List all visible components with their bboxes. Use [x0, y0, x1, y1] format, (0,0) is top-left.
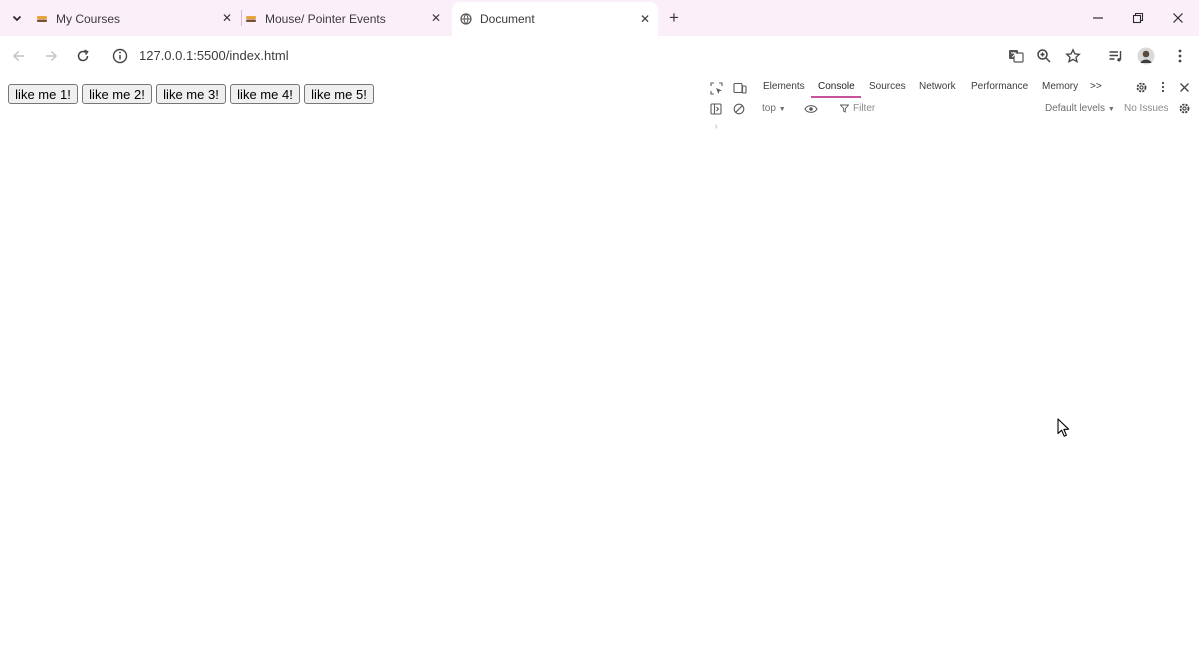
- console-prompt[interactable]: ›: [713, 122, 719, 133]
- minimize-button[interactable]: [1083, 6, 1113, 30]
- media-controls-button[interactable]: [1105, 45, 1127, 67]
- more-vert-icon: [1161, 81, 1165, 93]
- context-label: top: [762, 103, 776, 114]
- minimize-icon: [1093, 17, 1103, 19]
- chevron-down-icon: [12, 15, 22, 22]
- back-button[interactable]: [8, 45, 30, 67]
- context-selector[interactable]: top ▼: [762, 103, 786, 114]
- devtools-tab-elements[interactable]: Elements: [763, 81, 805, 92]
- inspect-element-button[interactable]: [708, 80, 724, 96]
- close-window-button[interactable]: [1163, 6, 1193, 30]
- close-icon: [1173, 13, 1183, 23]
- address-bar-url[interactable]: 127.0.0.1:5500/index.html: [139, 48, 289, 63]
- close-tab-icon[interactable]: ✕: [220, 11, 234, 25]
- tab-search-button[interactable]: [6, 7, 28, 29]
- tab-title: Mouse/ Pointer Events: [265, 11, 386, 26]
- levels-label: Default levels: [1045, 103, 1106, 114]
- devtools-tab-sources[interactable]: Sources: [869, 81, 906, 92]
- like-button-5[interactable]: like me 5!: [304, 84, 374, 104]
- mouse-cursor-icon: [1057, 418, 1070, 437]
- zoom-button[interactable]: [1033, 45, 1055, 67]
- globe-icon: [460, 13, 472, 25]
- forward-arrow-icon: [46, 50, 58, 62]
- reload-button[interactable]: [72, 45, 94, 67]
- page-content: like me 1! like me 2! like me 3! like me…: [0, 76, 702, 649]
- console-settings-button[interactable]: [1176, 100, 1192, 116]
- tab-document[interactable]: Document ✕: [452, 2, 658, 36]
- clear-console-button[interactable]: [731, 101, 747, 117]
- tab-title: Document: [480, 12, 535, 26]
- close-tab-icon[interactable]: ✕: [638, 12, 652, 26]
- star-icon: [1065, 48, 1081, 64]
- browser-menu-button[interactable]: [1169, 45, 1191, 67]
- devtools-tab-console[interactable]: Console: [818, 81, 855, 92]
- zoom-in-icon: [1037, 49, 1051, 63]
- profile-button[interactable]: [1135, 45, 1157, 67]
- device-icon: [733, 82, 747, 94]
- filter-input[interactable]: Filter: [853, 103, 875, 114]
- more-vert-icon: [1178, 49, 1182, 63]
- issues-counter[interactable]: No Issues: [1124, 103, 1168, 114]
- gear-icon: [1136, 82, 1146, 92]
- back-arrow-icon: [12, 50, 24, 62]
- tab-mouse-pointer-events[interactable]: Mouse/ Pointer Events ✕: [245, 5, 449, 32]
- tab-strip: My Courses ✕ Mouse/ Pointer Events ✕ Doc…: [0, 0, 1199, 36]
- tab-divider: [241, 10, 242, 26]
- devtools-menu-button[interactable]: [1155, 79, 1171, 95]
- devtools-tab-performance[interactable]: Performance: [971, 81, 1028, 92]
- devtools-tabbar: Elements Console Sources Network Perform…: [702, 76, 1199, 98]
- devtools-tab-network[interactable]: Network: [919, 81, 956, 92]
- avatar: [1137, 47, 1155, 65]
- like-button-2[interactable]: like me 2!: [82, 84, 152, 104]
- close-tab-icon[interactable]: ✕: [429, 11, 443, 25]
- translate-button[interactable]: [1005, 45, 1027, 67]
- more-tabs-button[interactable]: >>: [1090, 81, 1102, 92]
- forward-button[interactable]: [40, 45, 62, 67]
- device-toolbar-button[interactable]: [732, 80, 748, 96]
- filter-icon: [840, 104, 849, 113]
- playlist-icon: [1109, 51, 1122, 62]
- translate-icon: [1009, 50, 1024, 63]
- browser-toolbar: 127.0.0.1:5500/index.html: [0, 36, 1199, 76]
- console-toolbar: top ▼ Filter Default levels ▼ No Issues: [702, 98, 1199, 118]
- plus-icon: +: [669, 8, 679, 27]
- gear-icon: [1179, 103, 1189, 113]
- close-icon: [1179, 82, 1189, 92]
- site-info-icon[interactable]: [111, 47, 129, 65]
- live-expression-button[interactable]: [803, 101, 819, 117]
- reload-icon: [77, 49, 89, 62]
- sidebar-icon: [710, 103, 722, 115]
- course-favicon: [246, 15, 256, 22]
- restore-icon: [1132, 12, 1144, 24]
- inspect-icon: [709, 81, 723, 95]
- like-button-4[interactable]: like me 4!: [230, 84, 300, 104]
- devtools-settings-button[interactable]: [1133, 79, 1149, 95]
- block-icon: [733, 103, 745, 115]
- tab-my-courses[interactable]: My Courses ✕: [36, 5, 240, 32]
- devtools-tab-memory[interactable]: Memory: [1042, 81, 1078, 92]
- new-tab-button[interactable]: +: [664, 8, 684, 28]
- like-button-1[interactable]: like me 1!: [8, 84, 78, 104]
- course-favicon: [37, 15, 47, 22]
- bookmark-button[interactable]: [1062, 45, 1084, 67]
- restore-button[interactable]: [1123, 6, 1153, 30]
- dropdown-arrow-icon: ▼: [1107, 106, 1115, 113]
- eye-icon: [804, 105, 818, 113]
- devtools-panel: Elements Console Sources Network Perform…: [702, 76, 1199, 649]
- like-button-3[interactable]: like me 3!: [156, 84, 226, 104]
- log-levels-dropdown[interactable]: Default levels ▼: [1045, 103, 1115, 114]
- dropdown-arrow-icon: ▼: [778, 106, 786, 113]
- close-devtools-button[interactable]: [1176, 79, 1192, 95]
- tab-title: My Courses: [56, 11, 121, 26]
- toggle-sidebar-button[interactable]: [708, 101, 724, 117]
